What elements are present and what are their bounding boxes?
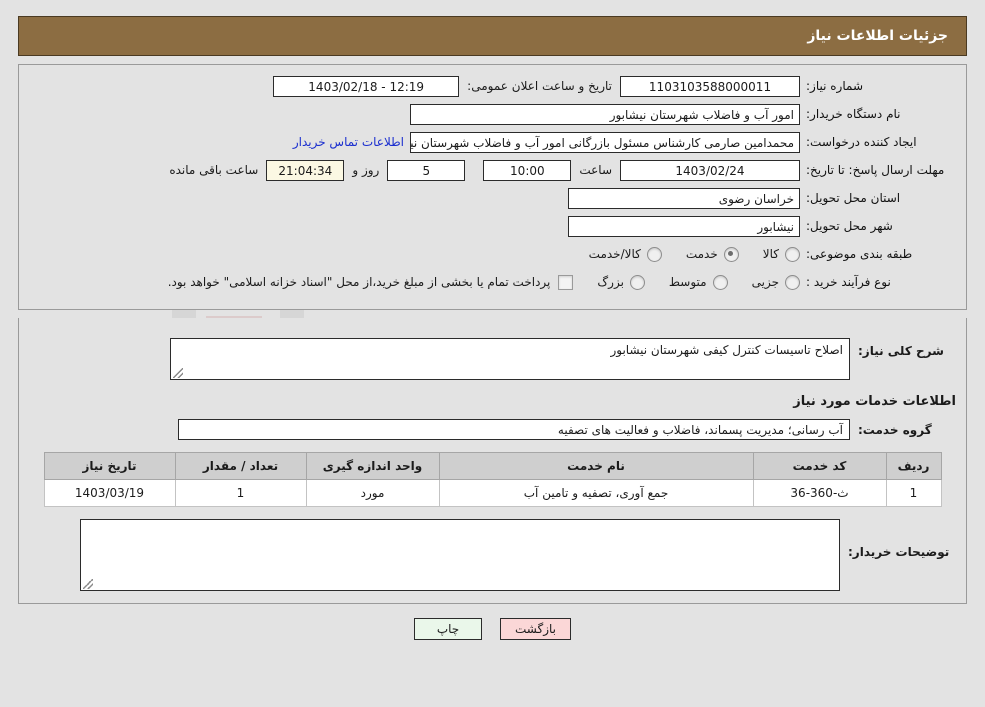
- row-province: استان محل تحویل: خراسان رضوی: [27, 187, 958, 209]
- process-label: نوع فرآیند خرید :: [806, 275, 891, 289]
- action-buttons: بازگشت چاپ: [0, 618, 985, 640]
- need-details-panel: شرح کلی نیاز: اصلاح تاسیسات کنترل کیفی ش…: [18, 318, 967, 604]
- treasury-checkbox[interactable]: [558, 274, 574, 290]
- page-title: جزئیات اطلاعات نیاز: [807, 28, 948, 44]
- radio-icon[interactable]: [646, 246, 662, 262]
- summary-value: اصلاح تاسیسات کنترل کیفی شهرستان نیشابور: [610, 343, 843, 357]
- province-label: استان محل تحویل:: [806, 191, 901, 205]
- deadline-label: مهلت ارسال پاسخ: تا تاریخ:: [806, 163, 945, 177]
- service-group-label: گروه خدمت:: [858, 422, 932, 437]
- row-buyer-org: نام دستگاه خریدار: امور آب و فاضلاب شهرس…: [27, 103, 958, 125]
- classification-option-kala-khedmat[interactable]: کالا/خدمت: [588, 246, 662, 262]
- table-header-row: ردیف کد خدمت نام خدمت واحد اندازه گیری ت…: [43, 452, 942, 480]
- services-section-title: اطلاعات خدمات مورد نیاز: [793, 394, 956, 409]
- cell-name: جمع آوری، تصفیه و تامین آب: [438, 479, 754, 507]
- treasury-note: پرداخت تمام یا بخشی از مبلغ خرید،از محل …: [167, 275, 551, 289]
- radio-icon[interactable]: [723, 246, 739, 262]
- service-group-field[interactable]: آب رسانی؛ مدیریت پسماند، فاضلاب و فعالیت…: [178, 419, 850, 440]
- buyer-contact-link[interactable]: اطلاعات تماس خریدار: [293, 135, 410, 149]
- need-info-panel: شماره نیاز: 1103103588000011 تاریخ و ساع…: [18, 64, 967, 310]
- need-number-field[interactable]: 1103103588000011: [620, 75, 800, 97]
- row-creator: ایجاد کننده درخواست: محمدامین صارمی کارش…: [27, 131, 958, 153]
- city-field[interactable]: نیشابور: [568, 215, 800, 237]
- deadline-date-field[interactable]: 1403/02/24: [620, 159, 800, 181]
- th-index: ردیف: [885, 452, 942, 480]
- classification-option-label: خدمت: [685, 247, 718, 261]
- row-need-number: شماره نیاز: 1103103588000011 تاریخ و ساع…: [27, 75, 958, 97]
- back-button[interactable]: بازگشت: [500, 618, 571, 640]
- remaining-days-field[interactable]: 5: [387, 159, 466, 181]
- process-option-jozi[interactable]: جزیی: [751, 274, 800, 290]
- buyer-notes-textarea[interactable]: [80, 519, 840, 591]
- process-radio-group: جزیی متوسط بزرگ: [573, 274, 800, 290]
- th-code: کد خدمت: [752, 452, 887, 480]
- summary-label: شرح کلی نیاز:: [858, 344, 944, 358]
- th-qty: تعداد / مقدار: [174, 452, 307, 480]
- radio-icon[interactable]: [629, 274, 645, 290]
- deadline-hour-field[interactable]: 10:00: [483, 159, 572, 181]
- row-process-type: نوع فرآیند خرید : جزیی متوسط بزرگ پرداخت…: [27, 271, 958, 293]
- province-field[interactable]: خراسان رضوی: [568, 187, 800, 209]
- classification-label: طبقه بندی موضوعی:: [806, 247, 913, 261]
- resize-grip-icon[interactable]: [173, 368, 183, 378]
- needs-table: ردیف کد خدمت نام خدمت واحد اندازه گیری ت…: [43, 452, 942, 507]
- table-row[interactable]: 1 ث-360-36 جمع آوری، تصفیه و تامین آب مو…: [43, 479, 942, 507]
- city-label: شهر محل تحویل:: [806, 219, 893, 233]
- cell-date: 1403/03/19: [43, 479, 176, 507]
- process-option-motevaset[interactable]: متوسط: [668, 274, 728, 290]
- countdown-field[interactable]: 21:04:34: [266, 159, 345, 181]
- row-buyer-notes: توضیحات خریدار:: [27, 519, 958, 591]
- process-option-label: بزرگ: [597, 275, 624, 289]
- buyer-org-label: نام دستگاه خریدار:: [806, 107, 901, 121]
- creator-field[interactable]: محمدامین صارمی کارشناس مسئول بازرگانی ام…: [410, 131, 800, 153]
- classification-option-khedmat[interactable]: خدمت: [685, 246, 739, 262]
- classification-option-label: کالا/خدمت: [588, 247, 641, 261]
- row-service-group: گروه خدمت: آب رسانی؛ مدیریت پسماند، فاضل…: [27, 419, 958, 440]
- process-option-bozorg[interactable]: بزرگ: [597, 274, 645, 290]
- creator-label: ایجاد کننده درخواست:: [806, 135, 917, 149]
- row-deadline: مهلت ارسال پاسخ: تا تاریخ: 1403/02/24 سا…: [27, 159, 958, 181]
- remaining-days-label: روز و: [352, 163, 380, 177]
- page-header: جزئیات اطلاعات نیاز: [18, 16, 967, 56]
- buyer-org-field[interactable]: امور آب و فاضلاب شهرستان نیشابور: [410, 103, 800, 125]
- cell-unit: مورد: [305, 479, 440, 507]
- th-name: نام خدمت: [438, 452, 754, 480]
- deadline-hour-label: ساعت: [579, 163, 612, 177]
- buyer-notes-label: توضیحات خریدار:: [848, 545, 950, 559]
- print-button[interactable]: چاپ: [414, 618, 482, 640]
- process-option-label: جزیی: [751, 275, 779, 289]
- announce-label: تاریخ و ساعت اعلان عمومی:: [467, 79, 612, 93]
- process-option-label: متوسط: [668, 275, 707, 289]
- radio-icon[interactable]: [712, 274, 728, 290]
- announce-field[interactable]: 12:19 - 1403/02/18: [273, 75, 460, 97]
- row-classification: طبقه بندی موضوعی: کالا خدمت کالا/خدمت: [27, 243, 958, 265]
- classification-option-label: کالا: [762, 247, 779, 261]
- resize-grip-icon[interactable]: [83, 579, 93, 589]
- row-summary: شرح کلی نیاز: اصلاح تاسیسات کنترل کیفی ش…: [27, 338, 958, 380]
- radio-icon[interactable]: [785, 274, 800, 290]
- row-city: شهر محل تحویل: نیشابور: [27, 215, 958, 237]
- countdown-label: ساعت باقی مانده: [169, 163, 259, 177]
- classification-option-kala[interactable]: کالا: [762, 246, 800, 262]
- radio-icon[interactable]: [785, 246, 800, 262]
- cell-index: 1: [885, 479, 942, 507]
- cell-qty: 1: [174, 479, 307, 507]
- th-date: تاریخ نیاز: [43, 452, 176, 480]
- cell-code: ث-360-36: [752, 479, 887, 507]
- th-unit: واحد اندازه گیری: [305, 452, 440, 480]
- summary-textarea[interactable]: اصلاح تاسیسات کنترل کیفی شهرستان نیشابور: [170, 338, 850, 380]
- classification-radio-group: کالا خدمت کالا/خدمت: [565, 246, 800, 262]
- need-number-label: شماره نیاز:: [806, 79, 863, 93]
